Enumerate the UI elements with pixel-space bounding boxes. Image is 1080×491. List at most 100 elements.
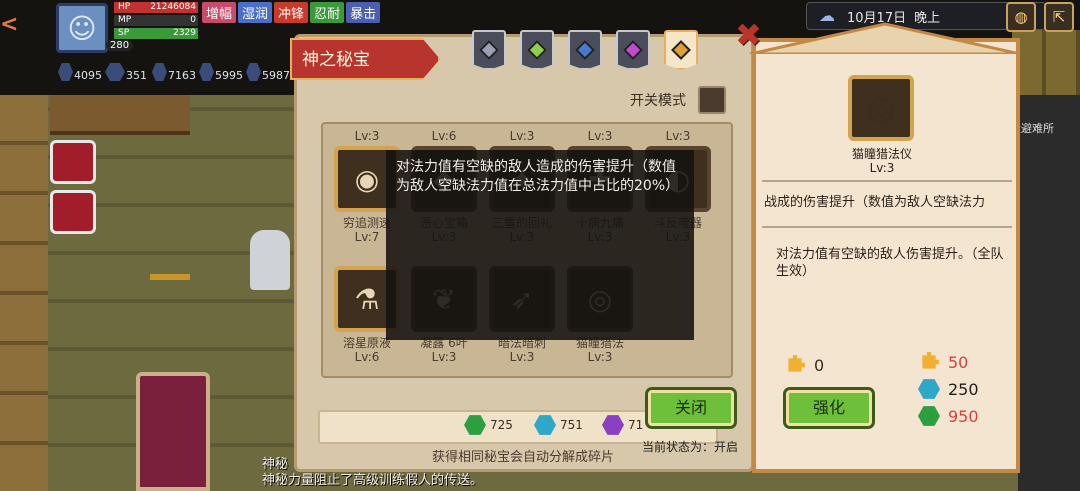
gem-icon [575, 40, 595, 60]
buff-tag: 湿润 [238, 2, 273, 23]
player-avatar[interactable]: ☺ [56, 3, 108, 53]
gem-icon [464, 415, 486, 435]
treasure-tab[interactable] [664, 30, 698, 70]
gem-icon [479, 40, 499, 60]
scene-shelf [50, 95, 190, 135]
item-level: Lv:3 [431, 350, 457, 364]
currency-value: 71 [628, 418, 644, 432]
cost-green-gems: 950 [918, 405, 979, 427]
resource-icon [246, 63, 261, 81]
toggle-mode-row: 开关模式 [630, 86, 726, 114]
panel-title: 神之秘宝 [290, 38, 440, 80]
scene-chair [50, 190, 96, 234]
resource-value: 7163 [168, 69, 196, 82]
hp-bar: HP 21246084 [114, 2, 198, 13]
toggle-status: 当前状态为：开启 [642, 440, 739, 454]
treasure-tab[interactable] [472, 30, 506, 70]
cost-fragments-value: 50 [948, 352, 969, 372]
item-level: Lv:3 [509, 350, 535, 364]
fragment-icon [788, 355, 805, 372]
hp-label: HP [118, 2, 131, 12]
system-message-line-2: 神秘力量阻止了高级训练假人的传送。 [262, 473, 484, 488]
fragment-icon [922, 352, 939, 369]
resource-icon [105, 63, 125, 81]
scene-left-wall [0, 95, 48, 491]
buff-tag: 忍耐 [310, 2, 345, 23]
resource-value: 4095 [74, 69, 102, 82]
resource-counter: 4095 [58, 62, 102, 82]
resource-icon [199, 63, 214, 81]
buff-tag: 暴击 [346, 2, 381, 23]
resource-value: 351 [126, 69, 147, 82]
currency-value: 725 [490, 418, 513, 432]
resource-counter: 351 [105, 62, 149, 82]
gem-icon [602, 415, 624, 435]
owned-fragments-value: 0 [814, 355, 825, 375]
buff-tags: 增幅 湿润 冲锋 忍耐 暴击 [202, 2, 381, 23]
mp-bar: MP 0 [114, 15, 198, 26]
detail-item-level: Lv:3 [869, 161, 895, 175]
sp-label: SP [118, 28, 130, 38]
divider [762, 226, 1012, 228]
scene-bed [136, 372, 210, 491]
close-x-icon[interactable]: ✖ [735, 16, 762, 54]
divider [762, 180, 1012, 182]
item-level-top: Lv:6 [431, 129, 457, 143]
treasure-tooltip: 对法力值有空缺的敌人造成的伤害提升（数值为敌人空缺法力值在总法力值中占比的20%… [386, 150, 694, 340]
toggle-mode-label: 开关模式 [630, 93, 686, 109]
resource-counters: 4095 351 7163 5995 5987 [58, 62, 290, 82]
resource-value: 5995 [215, 69, 243, 82]
gem-icon [623, 40, 643, 60]
mp-value: 0 [190, 15, 196, 25]
resource-counter: 5995 [199, 62, 243, 82]
stat-bars: HP 21246084 MP 0 SP 2329 [114, 2, 198, 41]
scene-training-dummy[interactable] [250, 230, 290, 290]
detail-team-effect: 对法力值有空缺的敌人伤害提升。（全队生效） [776, 247, 1004, 279]
buff-tag: 冲锋 [274, 2, 309, 23]
resource-counter: 7163 [152, 62, 196, 82]
cost-green-value: 950 [948, 406, 979, 426]
mp-label: MP [118, 15, 132, 25]
cost-blue-gems: 250 [918, 378, 979, 400]
resource-icon [152, 63, 167, 81]
treasure-tab[interactable] [616, 30, 650, 70]
back-arrow-icon[interactable]: < [0, 12, 18, 37]
close-button[interactable]: 关闭 [648, 390, 734, 426]
scene-right-strip [1018, 95, 1080, 491]
currency-counter: 71 [602, 414, 643, 436]
item-level-top: Lv:3 [665, 129, 691, 143]
cost-blue-value: 250 [948, 379, 979, 399]
sp-value: 2329 [173, 28, 196, 38]
treasure-tab[interactable] [520, 30, 554, 70]
cost-fragments: 50 [918, 351, 968, 373]
resource-icon [58, 63, 73, 81]
currency-counter: 751 [534, 414, 583, 436]
cat-eye-instrument-icon: ◎ [848, 75, 914, 141]
green-gem-icon [918, 406, 940, 426]
owned-fragments: 0 [784, 354, 824, 376]
gem-icon [527, 40, 547, 60]
item-level-top: Lv:3 [509, 129, 535, 143]
blue-gem-icon [918, 379, 940, 399]
hp-value: 21246084 [150, 2, 196, 12]
resource-value: 5987 [262, 69, 290, 82]
toggle-mode-checkbox[interactable] [698, 86, 726, 114]
item-level: Lv:6 [354, 350, 380, 364]
player-level: 280 [106, 40, 134, 51]
gem-icon [534, 415, 556, 435]
exit-icon[interactable]: ⇱ [1044, 2, 1074, 32]
upgrade-button[interactable]: 强化 [786, 390, 872, 426]
resource-counter: 5987 [246, 62, 290, 82]
item-level-top: Lv:3 [587, 129, 613, 143]
scene-lamp [150, 220, 190, 280]
treasure-tabs [472, 30, 698, 70]
detail-effect-description: 战成的伤害提升（数值为敌人空缺法力 [764, 195, 986, 210]
detail-item-name: 猫瞳猎法仪 [851, 147, 912, 161]
treasure-tab[interactable] [568, 30, 602, 70]
buff-tag: 增幅 [202, 2, 237, 23]
detail-banner-decoration [749, 22, 1021, 54]
gem-icon [671, 40, 691, 60]
item-level-top: Lv:3 [354, 129, 380, 143]
auto-decompose-note: 获得相同秘宝会自动分解成碎片 [432, 450, 615, 465]
item-level: Lv:3 [587, 350, 613, 364]
